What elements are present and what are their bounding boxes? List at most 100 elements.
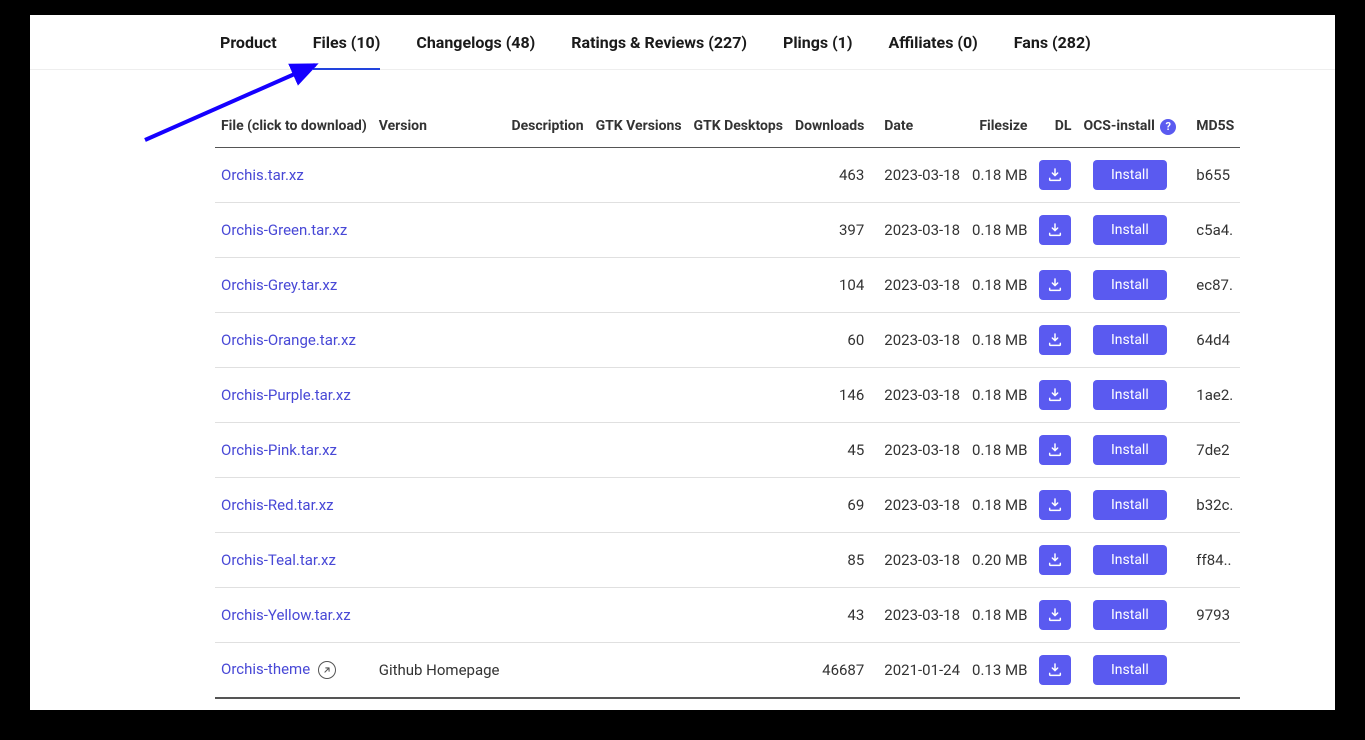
install-button[interactable]: Install bbox=[1093, 215, 1167, 245]
cell-downloads: 104 bbox=[789, 257, 870, 312]
cell-date: 2023-03-18 bbox=[870, 147, 966, 202]
cell-version bbox=[373, 367, 506, 422]
cell-filesize: 0.18 MB bbox=[966, 587, 1033, 642]
col-gtk-desktops: GTK Desktops bbox=[688, 110, 789, 147]
install-button[interactable]: Install bbox=[1093, 490, 1167, 520]
footer-summary: 10 files ( 334 archived ) bbox=[215, 698, 870, 711]
install-button[interactable]: Install bbox=[1093, 380, 1167, 410]
col-md5s: MD5S bbox=[1182, 110, 1240, 147]
file-link[interactable]: Orchis.tar.xz bbox=[221, 166, 304, 184]
file-link[interactable]: Orchis-Yellow.tar.xz bbox=[221, 606, 351, 624]
cell-downloads: 69 bbox=[789, 477, 870, 532]
cell-version bbox=[373, 257, 506, 312]
tabs-bar: Product Files (10) Changelogs (48) Ratings … bbox=[30, 15, 1335, 70]
external-link-icon bbox=[318, 661, 336, 679]
cell-md5: ec87. bbox=[1182, 257, 1240, 312]
cell-filesize: 0.18 MB bbox=[966, 312, 1033, 367]
install-button[interactable]: Install bbox=[1093, 545, 1167, 575]
cell-date: 2023-03-18 bbox=[870, 312, 966, 367]
cell-filesize: 0.18 MB bbox=[966, 477, 1033, 532]
cell-md5 bbox=[1182, 642, 1240, 698]
file-link[interactable]: Orchis-Purple.tar.xz bbox=[221, 386, 351, 404]
install-button[interactable]: Install bbox=[1093, 435, 1167, 465]
cell-date: 2023-03-18 bbox=[870, 367, 966, 422]
col-gtk-versions: GTK Versions bbox=[590, 110, 688, 147]
cell-downloads: 397 bbox=[789, 202, 870, 257]
table-row: Orchis-Green.tar.xz 3972023-03-180.18 MB… bbox=[215, 202, 1240, 257]
help-icon[interactable]: ? bbox=[1160, 119, 1176, 135]
col-filesize: Filesize bbox=[966, 110, 1033, 147]
download-button[interactable] bbox=[1039, 655, 1071, 685]
file-link[interactable]: Orchis-theme bbox=[221, 660, 310, 678]
cell-date: 2023-03-18 bbox=[870, 532, 966, 587]
files-table: File (click to download) Version Descrip… bbox=[215, 110, 1240, 710]
download-button[interactable] bbox=[1039, 435, 1071, 465]
tab-changelogs-48[interactable]: Changelogs (48) bbox=[416, 33, 535, 69]
cell-version bbox=[373, 477, 506, 532]
cell-downloads: 46687 bbox=[789, 642, 870, 698]
cell-downloads: 60 bbox=[789, 312, 870, 367]
cell-md5: b32c. bbox=[1182, 477, 1240, 532]
table-row: Orchis.tar.xz 4632023-03-180.18 MBInstal… bbox=[215, 147, 1240, 202]
download-button[interactable] bbox=[1039, 380, 1071, 410]
cell-md5: c5a4. bbox=[1182, 202, 1240, 257]
install-button[interactable]: Install bbox=[1093, 160, 1167, 190]
download-button[interactable] bbox=[1039, 490, 1071, 520]
cell-filesize: 0.18 MB bbox=[966, 147, 1033, 202]
cell-md5: b655 bbox=[1182, 147, 1240, 202]
tab-ratings-reviews-227[interactable]: Ratings & Reviews (227) bbox=[571, 33, 747, 69]
install-button[interactable]: Install bbox=[1093, 655, 1167, 685]
download-button[interactable] bbox=[1039, 215, 1071, 245]
tab-files-10[interactable]: Files (10) bbox=[313, 33, 381, 69]
install-button[interactable]: Install bbox=[1093, 325, 1167, 355]
cell-date: 2023-03-18 bbox=[870, 587, 966, 642]
file-link[interactable]: Orchis-Grey.tar.xz bbox=[221, 276, 337, 294]
table-row: Orchis-Orange.tar.xz 602023-03-180.18 MB… bbox=[215, 312, 1240, 367]
table-row: Orchis-Teal.tar.xz 852023-03-180.20 MBIn… bbox=[215, 532, 1240, 587]
cell-md5: 9793 bbox=[1182, 587, 1240, 642]
col-file: File (click to download) bbox=[215, 110, 373, 147]
footer-total-size: 9.49 MB bbox=[870, 698, 1033, 711]
table-row: Orchis-theme Github Homepage466872021-01… bbox=[215, 642, 1240, 698]
file-link[interactable]: Orchis-Green.tar.xz bbox=[221, 221, 347, 239]
file-link[interactable]: Orchis-Teal.tar.xz bbox=[221, 551, 336, 569]
cell-version bbox=[373, 202, 506, 257]
download-button[interactable] bbox=[1039, 600, 1071, 630]
download-button[interactable] bbox=[1039, 545, 1071, 575]
table-row: Orchis-Grey.tar.xz 1042023-03-180.18 MBI… bbox=[215, 257, 1240, 312]
table-row: Orchis-Pink.tar.xz 452023-03-180.18 MBIn… bbox=[215, 422, 1240, 477]
cell-date: 2023-03-18 bbox=[870, 202, 966, 257]
cell-md5: 64d4 bbox=[1182, 312, 1240, 367]
tab-affiliates-0[interactable]: Affiliates (0) bbox=[888, 33, 977, 69]
tab-product[interactable]: Product bbox=[220, 33, 277, 69]
cell-date: 2021-01-24 bbox=[870, 642, 966, 698]
cell-filesize: 0.13 MB bbox=[966, 642, 1033, 698]
files-content: File (click to download) Version Descrip… bbox=[30, 70, 1230, 710]
cell-version bbox=[373, 532, 506, 587]
file-link[interactable]: Orchis-Red.tar.xz bbox=[221, 496, 334, 514]
tab-fans-282[interactable]: Fans (282) bbox=[1014, 33, 1091, 69]
cell-md5: 7de2 bbox=[1182, 422, 1240, 477]
install-button[interactable]: Install bbox=[1093, 270, 1167, 300]
cell-date: 2023-03-18 bbox=[870, 477, 966, 532]
cell-filesize: 0.18 MB bbox=[966, 367, 1033, 422]
table-row: Orchis-Purple.tar.xz 1462023-03-180.18 M… bbox=[215, 367, 1240, 422]
cell-md5: ff84.. bbox=[1182, 532, 1240, 587]
install-button[interactable]: Install bbox=[1093, 600, 1167, 630]
cell-version bbox=[373, 147, 506, 202]
cell-version bbox=[373, 422, 506, 477]
col-downloads: Downloads bbox=[789, 110, 870, 147]
download-button[interactable] bbox=[1039, 270, 1071, 300]
cell-date: 2023-03-18 bbox=[870, 257, 966, 312]
table-header-row: File (click to download) Version Descrip… bbox=[215, 110, 1240, 147]
cell-md5: 1ae2. bbox=[1182, 367, 1240, 422]
cell-downloads: 85 bbox=[789, 532, 870, 587]
file-link[interactable]: Orchis-Orange.tar.xz bbox=[221, 331, 356, 349]
download-button[interactable] bbox=[1039, 160, 1071, 190]
cell-version bbox=[373, 312, 506, 367]
file-link[interactable]: Orchis-Pink.tar.xz bbox=[221, 441, 337, 459]
cell-version bbox=[373, 587, 506, 642]
table-row: Orchis-Yellow.tar.xz 432023-03-180.18 MB… bbox=[215, 587, 1240, 642]
tab-plings-1[interactable]: Plings (1) bbox=[783, 33, 852, 69]
download-button[interactable] bbox=[1039, 325, 1071, 355]
